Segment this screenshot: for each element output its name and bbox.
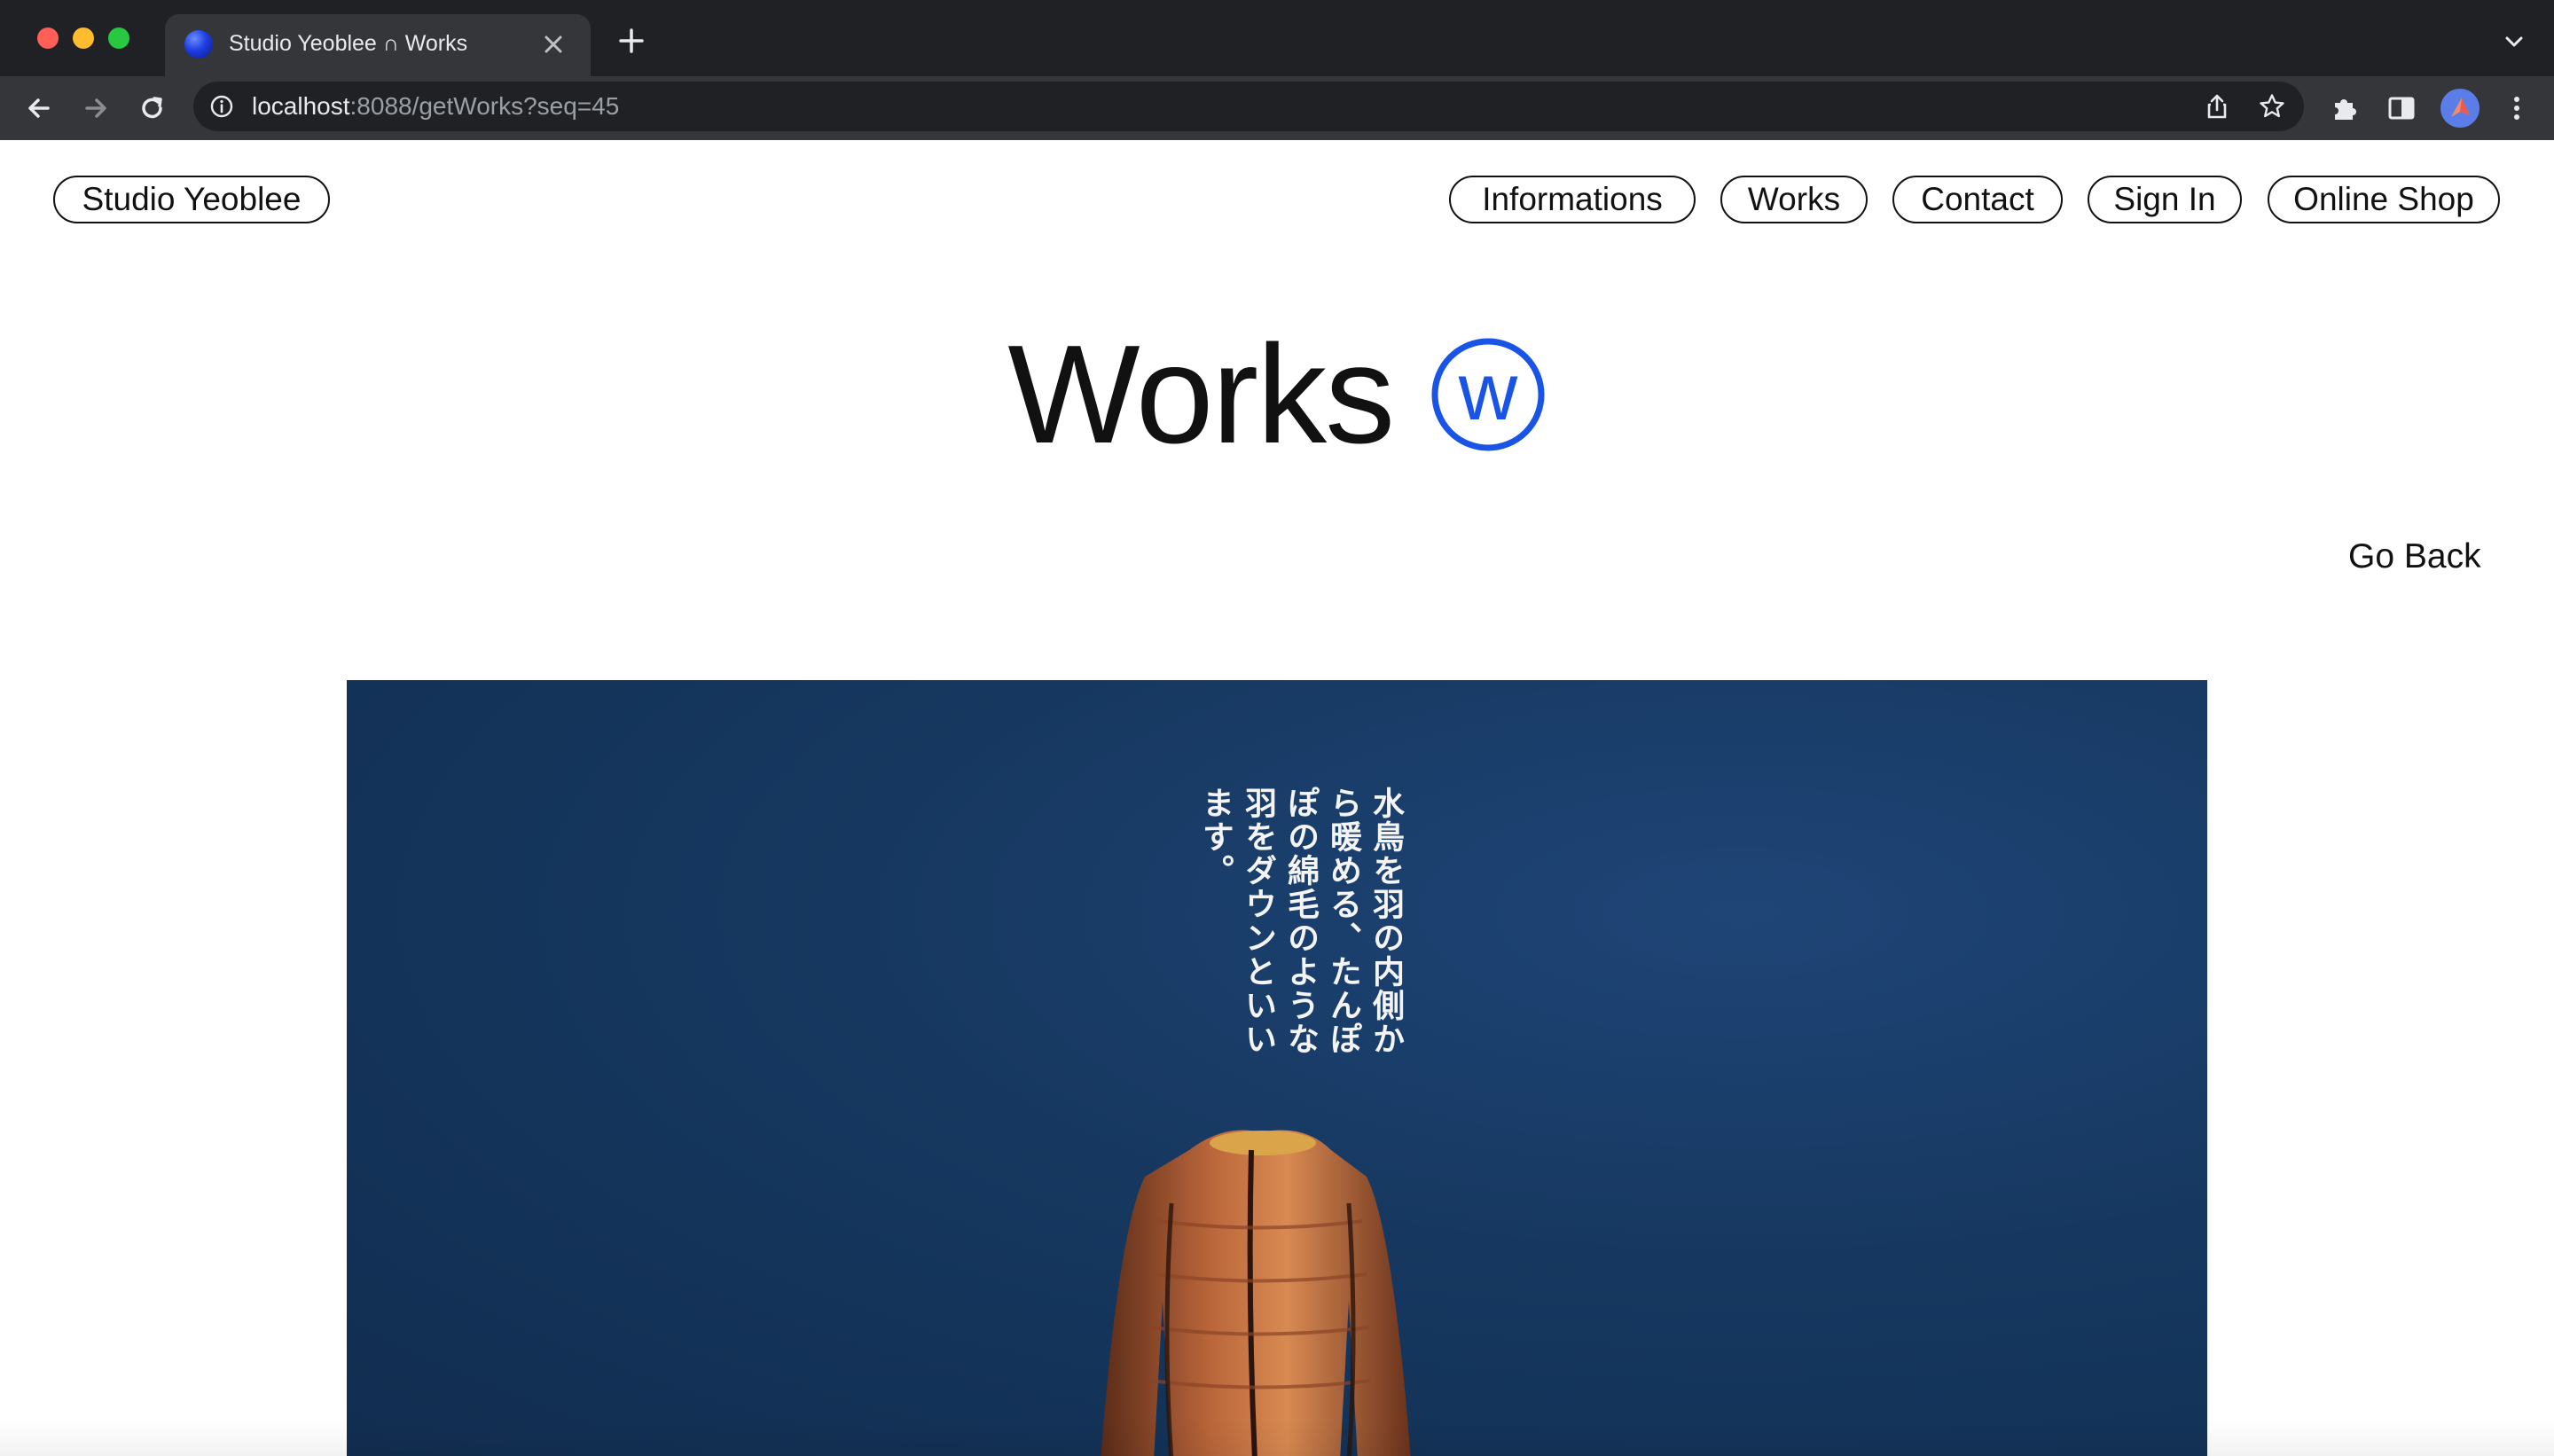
- down-jacket-illustration: [1038, 1123, 1482, 1456]
- hero-vertical-copy: 水鳥を羽の内側から暖める、たんぽぽの綿毛のような羽をダウンといいます。: [1197, 787, 1404, 1056]
- share-icon[interactable]: [2203, 92, 2231, 121]
- nav-sign-in[interactable]: Sign In: [2088, 176, 2242, 223]
- minimize-window-button[interactable]: [73, 27, 94, 49]
- tab-active[interactable]: Studio Yeoblee ∩ Works: [165, 14, 591, 76]
- nav-online-shop[interactable]: Online Shop: [2268, 176, 2500, 223]
- close-window-button[interactable]: [37, 27, 59, 49]
- zoom-window-button[interactable]: [108, 27, 129, 49]
- nav-contact[interactable]: Contact: [1892, 176, 2063, 223]
- browser-window: Studio Yeoblee ∩ Works localhost:8088/ge…: [0, 0, 2554, 1456]
- site-info-icon[interactable]: [209, 94, 234, 119]
- page-heading: Works w: [0, 317, 2554, 473]
- back-icon[interactable]: [21, 90, 57, 126]
- nav-informations[interactable]: Informations: [1449, 176, 1696, 223]
- address-bar[interactable]: localhost:8088/getWorks?seq=45: [193, 82, 2304, 131]
- reload-icon[interactable]: [135, 90, 170, 126]
- page-title: Works: [1007, 317, 1395, 473]
- bookmark-star-icon[interactable]: [2258, 92, 2286, 121]
- work-hero-image: 水鳥を羽の内側から暖める、たんぽぽの綿毛のような羽をダウンといいます。: [347, 680, 2207, 1456]
- page-viewport: Studio Yeoblee Informations Works Contac…: [0, 140, 2554, 1456]
- url-text: localhost:8088/getWorks?seq=45: [252, 92, 619, 121]
- tab-strip: Studio Yeoblee ∩ Works: [0, 0, 2554, 76]
- more-menu-icon[interactable]: [2499, 90, 2534, 126]
- new-tab-icon[interactable]: [614, 23, 649, 59]
- tab-title: Studio Yeoblee ∩ Works: [229, 31, 468, 56]
- nav-works[interactable]: Works: [1720, 176, 1868, 223]
- extensions-icon[interactable]: [2327, 90, 2362, 126]
- profile-avatar[interactable]: [2440, 89, 2480, 128]
- brand-button[interactable]: Studio Yeoblee: [53, 176, 330, 223]
- side-panel-icon[interactable]: [2384, 90, 2419, 126]
- circled-w-letter: w: [1457, 347, 1517, 437]
- url-path: :8088/getWorks?seq=45: [349, 92, 620, 120]
- circled-w-icon: w: [1430, 336, 1547, 453]
- go-back-link[interactable]: Go Back: [2348, 537, 2481, 576]
- forward-icon[interactable]: [78, 90, 114, 126]
- tab-search-chevron-icon[interactable]: [2499, 27, 2529, 57]
- browser-toolbar: localhost:8088/getWorks?seq=45: [0, 76, 2554, 140]
- favicon-icon: [184, 30, 213, 59]
- url-host: localhost: [252, 92, 350, 120]
- tab-close-icon[interactable]: [536, 27, 571, 62]
